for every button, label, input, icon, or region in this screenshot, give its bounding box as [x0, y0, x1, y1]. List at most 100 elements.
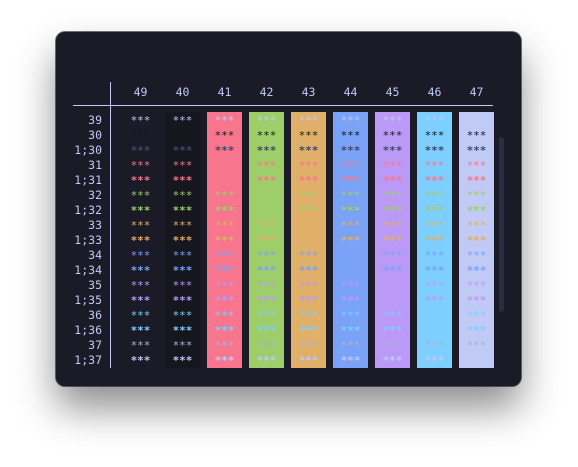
- color-sample-cell: ***: [340, 234, 361, 247]
- row-label: 1;34: [74, 263, 102, 277]
- color-sample-cell: ***: [214, 189, 235, 202]
- color-sample-cell: ***: [130, 204, 151, 217]
- color-sample-cell: ***: [130, 234, 151, 247]
- color-sample-cell: ***: [172, 174, 193, 187]
- color-sample-cell: ***: [340, 279, 361, 292]
- color-sample-cell: ***: [424, 354, 445, 367]
- color-sample-cell: ***: [382, 279, 403, 292]
- color-sample-cell: ***: [424, 279, 445, 292]
- color-sample-cell: ***: [130, 324, 151, 337]
- color-sample-cell: ***: [466, 174, 487, 187]
- row-label: 33: [88, 218, 102, 232]
- color-sample-cell: ***: [256, 264, 277, 277]
- color-sample-cell: ***: [214, 309, 235, 322]
- color-sample-cell: ***: [172, 339, 193, 352]
- color-sample-cell: ***: [172, 264, 193, 277]
- color-sample-cell: ***: [424, 234, 445, 247]
- color-sample-cell: ***: [466, 324, 487, 337]
- color-sample-cell: ***: [466, 219, 487, 232]
- color-sample-cell: ***: [172, 219, 193, 232]
- color-sample-cell: ***: [256, 309, 277, 322]
- color-sample-cell: ***: [298, 144, 319, 157]
- color-sample-cell: ***: [466, 294, 487, 307]
- terminal-window: 49 40 41 42 43 44 45 46 47 39 *** *** *** *** *** *** **…: [56, 32, 521, 386]
- color-sample-cell: ***: [340, 174, 361, 187]
- color-sample-cell: ***: [214, 264, 235, 277]
- color-sample-cell: ***: [256, 189, 277, 202]
- color-sample-cell: ***: [130, 189, 151, 202]
- color-sample-cell: ***: [466, 354, 487, 367]
- color-sample-cell: ***: [298, 234, 319, 247]
- color-sample-cell: ***: [214, 339, 235, 352]
- color-sample-cell: ***: [340, 249, 361, 262]
- color-sample-cell: ***: [466, 264, 487, 277]
- column-header-49: 49: [133, 85, 148, 99]
- color-sample-cell: ***: [424, 219, 445, 232]
- color-sample-cell: ***: [298, 129, 319, 142]
- color-sample-cell: ***: [424, 204, 445, 217]
- color-sample-cell: ***: [424, 309, 445, 322]
- color-sample-cell: ***: [172, 114, 193, 127]
- color-sample-cell: ***: [172, 324, 193, 337]
- color-sample-cell: ***: [424, 159, 445, 172]
- row-label: 36: [88, 308, 102, 322]
- color-sample-cell: ***: [130, 114, 151, 127]
- color-sample-cell: ***: [298, 159, 319, 172]
- color-sample-cell: ***: [340, 144, 361, 157]
- color-sample-cell: ***: [256, 204, 277, 217]
- row-label: 39: [88, 113, 102, 127]
- color-sample-cell: ***: [172, 159, 193, 172]
- row-label: 37: [88, 338, 102, 352]
- color-sample-cell: ***: [130, 279, 151, 292]
- color-sample-cell: ***: [256, 159, 277, 172]
- color-sample-cell: ***: [214, 354, 235, 367]
- color-sample-cell: ***: [382, 144, 403, 157]
- color-sample-cell: ***: [130, 264, 151, 277]
- color-sample-cell: ***: [298, 174, 319, 187]
- color-sample-cell: ***: [298, 219, 319, 232]
- color-sample-cell: ***: [298, 114, 319, 127]
- row-label: 32: [88, 188, 102, 202]
- color-sample-cell: ***: [382, 339, 403, 352]
- color-sample-cell: ***: [298, 324, 319, 337]
- color-sample-cell: ***: [214, 174, 235, 187]
- color-sample-cell: ***: [298, 264, 319, 277]
- color-sample-cell: ***: [424, 189, 445, 202]
- column-header-44: 44: [343, 85, 358, 99]
- color-sample-cell: ***: [256, 324, 277, 337]
- color-sample-cell: ***: [172, 294, 193, 307]
- color-sample-cell: ***: [424, 264, 445, 277]
- color-sample-cell: ***: [382, 204, 403, 217]
- color-sample-cell: ***: [340, 159, 361, 172]
- color-sample-cell: ***: [340, 309, 361, 322]
- color-sample-cell: ***: [130, 159, 151, 172]
- color-sample-cell: ***: [466, 189, 487, 202]
- color-sample-cell: ***: [466, 339, 487, 352]
- row-label: 1;33: [74, 233, 102, 247]
- column-header-43: 43: [301, 85, 316, 99]
- color-sample-cell: ***: [214, 249, 235, 262]
- color-sample-cell: ***: [466, 144, 487, 157]
- color-sample-cell: ***: [466, 159, 487, 172]
- terminal-output[interactable]: 49 40 41 42 43 44 45 46 47 39 *** *** *** *** *** *** **…: [56, 32, 521, 386]
- color-sample-cell: ***: [256, 129, 277, 142]
- color-sample-cell: ***: [214, 144, 235, 157]
- color-sample-cell: ***: [130, 129, 151, 142]
- color-sample-cell: ***: [340, 339, 361, 352]
- color-sample-cell: ***: [214, 279, 235, 292]
- color-sample-cell: ***: [424, 249, 445, 262]
- color-sample-cell: ***: [256, 339, 277, 352]
- color-sample-cell: ***: [130, 144, 151, 157]
- color-sample-cell: ***: [466, 249, 487, 262]
- color-sample-cell: ***: [130, 354, 151, 367]
- color-sample-cell: ***: [382, 309, 403, 322]
- color-sample-cell: ***: [214, 219, 235, 232]
- color-sample-cell: ***: [172, 129, 193, 142]
- column-header-42: 42: [259, 85, 274, 99]
- scrollbar[interactable]: [499, 137, 504, 312]
- color-sample-cell: ***: [130, 339, 151, 352]
- color-sample-cell: ***: [340, 204, 361, 217]
- color-sample-cell: ***: [214, 294, 235, 307]
- row-label: 30: [88, 128, 102, 142]
- color-sample-cell: ***: [382, 129, 403, 142]
